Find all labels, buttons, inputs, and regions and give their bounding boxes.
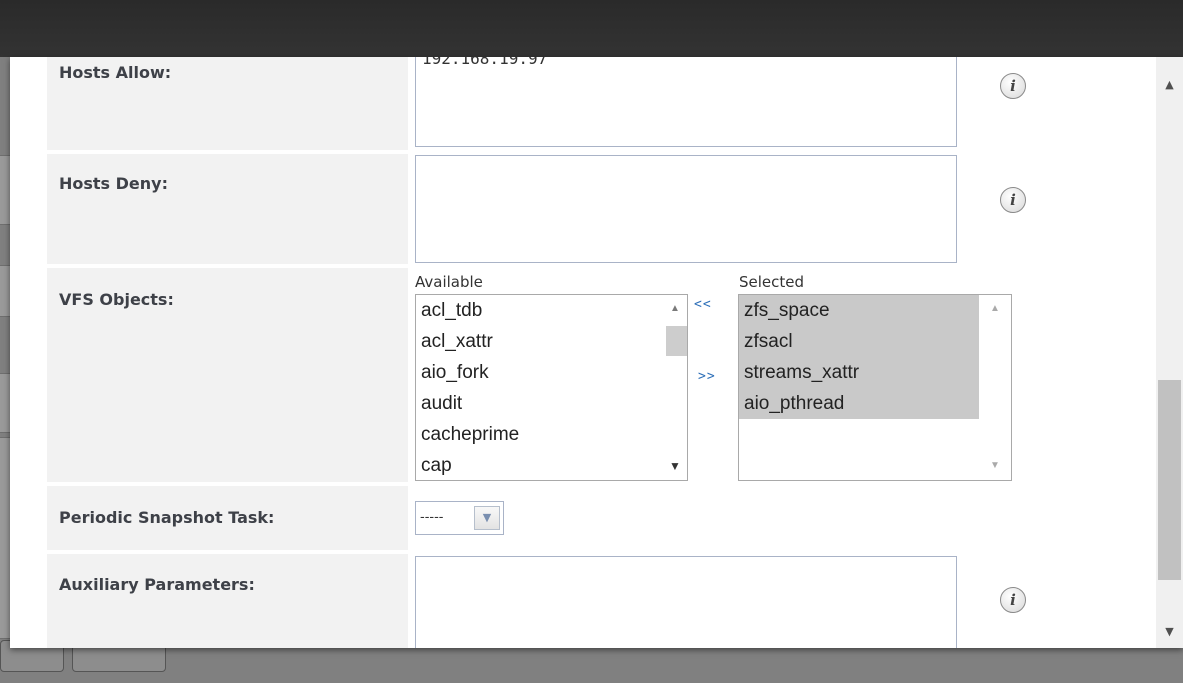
- hosts-allow-textarea[interactable]: 192.168.19.97: [415, 57, 957, 147]
- list-item[interactable]: zfs_space: [739, 295, 979, 326]
- add-selected-button[interactable]: >>: [698, 369, 716, 384]
- list-item[interactable]: cap: [416, 450, 687, 480]
- hosts-allow-label: Hosts Allow:: [59, 63, 172, 82]
- form-scroll-area: Hosts Allow: 192.168.19.97 i Hosts Deny:…: [10, 57, 1156, 648]
- scroll-down-icon[interactable]: ▼: [1156, 622, 1183, 642]
- auxiliary-parameters-label: Auxiliary Parameters:: [59, 575, 255, 594]
- list-item[interactable]: acl_tdb: [416, 295, 687, 326]
- hosts-deny-label: Hosts Deny:: [59, 174, 168, 193]
- row-vfs-objects: VFS Objects: Available acl_tdb acl_xattr a…: [47, 268, 1147, 482]
- background-panel: [0, 155, 10, 225]
- label-cell: Hosts Deny:: [47, 154, 408, 264]
- periodic-snapshot-select[interactable]: ----- ▼: [415, 501, 504, 535]
- list-item[interactable]: aio_fork: [416, 357, 687, 388]
- row-auxiliary-parameters: Auxiliary Parameters: i: [47, 554, 1147, 648]
- label-cell: Periodic Snapshot Task:: [47, 486, 408, 550]
- selected-value: -----: [420, 510, 444, 525]
- available-listbox[interactable]: acl_tdb acl_xattr aio_fork audit cacheprime c…: [415, 294, 688, 481]
- available-list: acl_tdb acl_xattr aio_fork audit cacheprime c…: [416, 295, 687, 480]
- info-icon[interactable]: i: [1000, 187, 1026, 213]
- selected-list: zfs_space zfsacl streams_xattr aio_pthread: [739, 295, 979, 419]
- list-item[interactable]: audit: [416, 388, 687, 419]
- list-item[interactable]: zfsacl: [739, 326, 979, 357]
- share-edit-dialog: Hosts Allow: 192.168.19.97 i Hosts Deny:…: [10, 57, 1183, 648]
- row-hosts-allow: Hosts Allow: 192.168.19.97 i: [47, 57, 1147, 150]
- available-scrollbar[interactable]: ▲ ▼: [663, 295, 687, 480]
- hosts-deny-textarea[interactable]: [415, 155, 957, 263]
- scroll-thumb[interactable]: [666, 326, 687, 356]
- scroll-down-icon[interactable]: ▼: [979, 458, 1011, 474]
- scroll-down-icon[interactable]: ▼: [663, 458, 687, 474]
- scroll-thumb[interactable]: [1158, 380, 1181, 580]
- list-item[interactable]: streams_xattr: [739, 357, 979, 388]
- list-item[interactable]: aio_pthread: [739, 388, 979, 419]
- background-panel: [0, 265, 10, 317]
- remove-selected-button[interactable]: <<: [694, 297, 712, 312]
- top-bar: [0, 0, 1183, 57]
- auxiliary-parameters-textarea[interactable]: [415, 556, 957, 648]
- row-hosts-deny: Hosts Deny: i: [47, 154, 1147, 264]
- scroll-up-icon[interactable]: ▲: [979, 301, 1011, 317]
- label-cell: VFS Objects:: [47, 268, 408, 482]
- background-panel: [0, 373, 10, 433]
- label-cell: Auxiliary Parameters:: [47, 554, 408, 648]
- dialog-scrollbar[interactable]: ▲ ▼: [1156, 57, 1183, 648]
- available-caption: Available: [415, 273, 483, 291]
- selected-listbox[interactable]: zfs_space zfsacl streams_xattr aio_pthread …: [738, 294, 1012, 481]
- background-table: [0, 437, 10, 639]
- vfs-objects-label: VFS Objects:: [59, 290, 174, 309]
- periodic-snapshot-label: Periodic Snapshot Task:: [59, 508, 275, 527]
- row-periodic-snapshot: Periodic Snapshot Task: ----- ▼: [47, 486, 1147, 550]
- scroll-up-icon[interactable]: ▲: [663, 301, 687, 317]
- selected-scrollbar[interactable]: ▲ ▼: [979, 295, 1011, 480]
- chevron-down-icon[interactable]: ▼: [474, 506, 500, 530]
- info-icon[interactable]: i: [1000, 587, 1026, 613]
- list-item[interactable]: cacheprime: [416, 419, 687, 450]
- list-item[interactable]: acl_xattr: [416, 326, 687, 357]
- selected-caption: Selected: [739, 273, 805, 291]
- info-icon[interactable]: i: [1000, 73, 1026, 99]
- scroll-up-icon[interactable]: ▲: [1156, 75, 1183, 95]
- label-cell: Hosts Allow:: [47, 57, 408, 150]
